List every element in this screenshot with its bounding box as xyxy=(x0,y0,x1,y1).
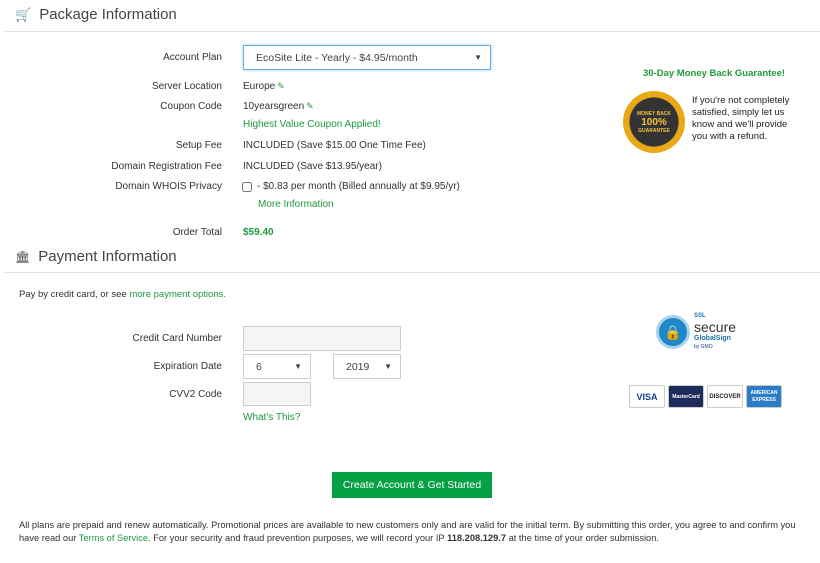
padlock-icon: 🔒 xyxy=(656,315,690,349)
create-account-button[interactable]: Create Account & Get Started xyxy=(332,472,492,498)
credit-card-input[interactable] xyxy=(243,326,401,351)
shopping-cart-icon: 🛒 xyxy=(15,6,32,22)
coupon-value: 10yearsgreen ✎ xyxy=(243,101,314,112)
account-plan-label: Account Plan xyxy=(163,52,222,63)
divider xyxy=(4,272,820,273)
pencil-icon[interactable]: ✎ xyxy=(306,101,314,111)
bank-icon: 🏛 xyxy=(15,249,31,264)
guarantee-text: If you're not completely satisfied, simp… xyxy=(692,95,790,142)
setup-fee-value: INCLUDED (Save $15.00 One Time Fee) xyxy=(243,140,426,151)
cvv-input[interactable] xyxy=(243,382,311,406)
more-payment-options-link[interactable]: more payment options. xyxy=(129,289,226,300)
expiration-year-select[interactable]: 2019 ▼ xyxy=(333,354,401,379)
terms-of-service-link[interactable]: Terms of Service xyxy=(79,533,148,543)
server-location-label: Server Location xyxy=(151,81,222,92)
whois-value: - $0.83 per month (Billed annually at $9… xyxy=(257,181,460,192)
whois-label: Domain WHOIS Privacy xyxy=(115,181,222,192)
divider xyxy=(4,31,820,32)
ip-address: 118.208.129.7 xyxy=(447,533,507,543)
server-location-value: Europe ✎ xyxy=(243,81,285,92)
whois-checkbox[interactable] xyxy=(242,182,252,192)
expiration-label: Expiration Date xyxy=(153,361,222,372)
payment-intro: Pay by credit card, or see more payment … xyxy=(19,289,226,300)
account-plan-value: EcoSite Lite - Yearly - $4.95/month xyxy=(256,51,418,64)
order-total-label: Order Total xyxy=(172,227,222,238)
package-title: Package Information xyxy=(39,6,177,23)
chevron-down-icon: ▼ xyxy=(294,362,302,371)
pencil-icon[interactable]: ✎ xyxy=(277,81,285,91)
whats-this-link[interactable]: What's This? xyxy=(243,412,300,423)
order-total-value: $59.40 xyxy=(243,227,274,238)
guarantee-title: 30-Day Money Back Guarantee! xyxy=(643,68,786,79)
more-information-link[interactable]: More Information xyxy=(258,199,334,210)
cvv-label: CVV2 Code xyxy=(169,389,222,400)
payment-header: 🏛 Payment Information xyxy=(15,248,177,265)
discover-icon: DISCOVER xyxy=(707,385,743,408)
visa-icon: VISA xyxy=(629,385,665,408)
amex-icon: AMERICAN EXPRESS xyxy=(746,385,782,408)
chevron-down-icon: ▼ xyxy=(474,53,482,62)
mastercard-icon: MasterCard xyxy=(668,385,704,408)
footer-disclaimer: All plans are prepaid and renew automati… xyxy=(19,520,796,543)
chevron-down-icon: ▼ xyxy=(384,362,392,371)
domain-reg-label: Domain Registration Fee xyxy=(111,161,222,172)
coupon-label: Coupon Code xyxy=(160,101,222,112)
cc-label: Credit Card Number xyxy=(132,333,222,344)
package-header: 🛒 Package Information xyxy=(15,6,177,23)
payment-title: Payment Information xyxy=(38,248,177,265)
ssl-secure-badge: 🔒 SSL secure GlobalSign by GMO xyxy=(656,312,736,352)
coupon-message: Highest Value Coupon Applied! xyxy=(243,119,381,130)
setup-fee-label: Setup Fee xyxy=(175,140,222,151)
account-plan-select[interactable]: EcoSite Lite - Yearly - $4.95/month ▼ xyxy=(243,45,491,70)
domain-reg-value: INCLUDED (Save $13.95/year) xyxy=(243,161,382,172)
money-back-badge-icon: MONEY BACK 100% GUARANTEE xyxy=(623,91,685,153)
expiration-month-select[interactable]: 6 ▼ xyxy=(243,354,311,379)
